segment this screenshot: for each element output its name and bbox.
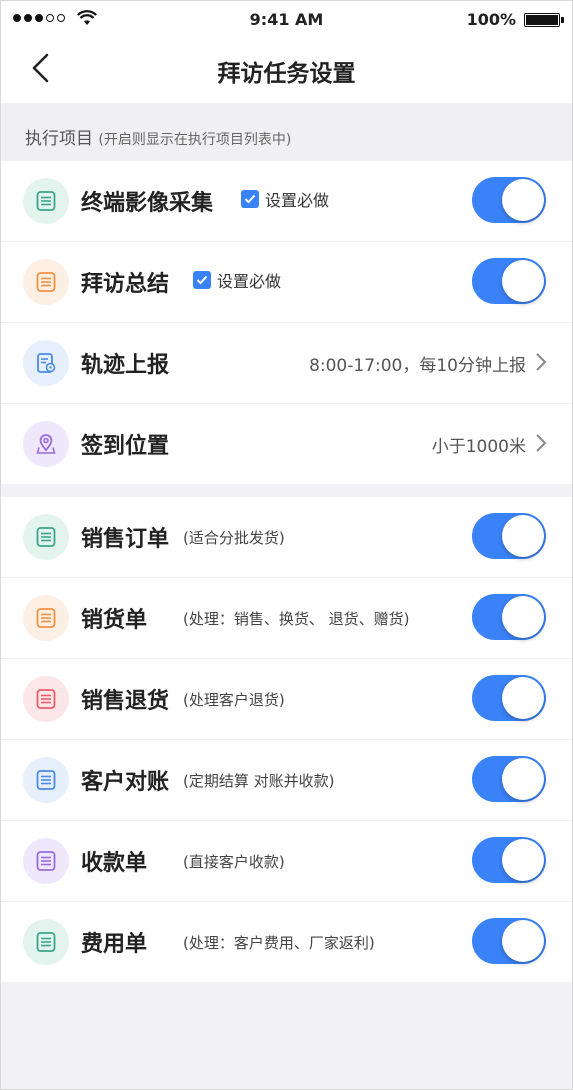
- item-note: (适合分批发货): [183, 529, 285, 547]
- item-title: 终端影像采集: [81, 191, 214, 216]
- item-title: 费用单: [81, 932, 148, 957]
- battery-icon: [524, 13, 564, 27]
- required-checkbox[interactable]: 设置必做: [241, 187, 329, 211]
- list-item-checkin-location[interactable]: 签到位置 小于1000米: [1, 404, 572, 484]
- documents-group: 销售订单 (适合分批发货) 销货单 (处理：销售、换货、 退货、赠货) 销售退货…: [1, 497, 572, 982]
- list-icon: [23, 838, 69, 884]
- list-icon: [23, 259, 69, 305]
- list-item-sales-return: 销售退货 (处理客户退货): [1, 659, 572, 740]
- enable-toggle[interactable]: [472, 756, 546, 802]
- enable-toggle[interactable]: [472, 675, 546, 721]
- checkbox-label: 设置必做: [217, 272, 282, 291]
- item-note: (直接客户收款): [183, 853, 285, 871]
- track-report-icon: [23, 340, 69, 386]
- list-item-receipt: 收款单 (直接客户收款): [1, 821, 572, 902]
- item-title: 销售订单: [81, 527, 170, 552]
- list-item-customer-reconciliation: 客户对账 (定期结算 对账并收款): [1, 740, 572, 821]
- page-title: 拜访任务设置: [217, 61, 356, 87]
- section-header: 执行项目 (开启则显示在执行项目列表中): [1, 103, 572, 161]
- item-value: 小于1000米: [431, 437, 526, 457]
- status-bar: 9:41 AM 100%: [1, 1, 572, 39]
- list-item-sales-order: 销售订单 (适合分批发货): [1, 497, 572, 578]
- list-icon: [23, 595, 69, 641]
- enable-toggle[interactable]: [472, 837, 546, 883]
- enable-toggle[interactable]: [472, 594, 546, 640]
- list-item-expense: 费用单 (处理：客户费用、厂家返利): [1, 902, 572, 982]
- enable-toggle[interactable]: [472, 258, 546, 304]
- navigation-bar: 拜访任务设置: [1, 39, 572, 103]
- item-note: (处理：客户费用、厂家返利): [183, 934, 375, 952]
- item-title: 轨迹上报: [81, 353, 170, 378]
- item-title: 客户对账: [81, 770, 170, 795]
- checkmark-icon: [193, 271, 211, 289]
- list-item-track-report[interactable]: 轨迹上报 8:00-17:00，每10分钟上报: [1, 323, 572, 404]
- battery-percentage: 100%: [466, 10, 516, 29]
- item-title: 收款单: [81, 851, 148, 876]
- item-title: 拜访总结: [81, 272, 170, 297]
- enable-toggle[interactable]: [472, 177, 546, 223]
- item-note: (处理客户退货): [183, 691, 285, 709]
- phone-screen: 9:41 AM 100% 拜访任务设置 执行项目 (开启则显示在执行项目列表中)…: [0, 0, 573, 1090]
- item-note: (定期结算 对账并收款): [183, 772, 335, 790]
- item-value: 8:00-17:00，每10分钟上报: [309, 356, 526, 376]
- list-icon: [23, 919, 69, 965]
- enable-toggle[interactable]: [472, 918, 546, 964]
- list-icon: [23, 757, 69, 803]
- checkbox-label: 设置必做: [265, 191, 330, 210]
- list-item-visit-summary: 拜访总结 设置必做: [1, 242, 572, 323]
- item-note: (处理：销售、换货、 退货、赠货): [183, 610, 410, 628]
- list-item-sales-slip: 销货单 (处理：销售、换货、 退货、赠货): [1, 578, 572, 659]
- checkmark-icon: [241, 190, 259, 208]
- list-icon: [23, 514, 69, 560]
- required-checkbox[interactable]: 设置必做: [193, 268, 281, 292]
- execution-items-group: 终端影像采集 设置必做 拜访总结 设置必做 轨迹上报 8:00-17:00，每1…: [1, 161, 572, 484]
- chevron-right-icon: [536, 434, 547, 452]
- chevron-right-icon: [536, 353, 547, 371]
- section-note: (开启则显示在执行项目列表中): [98, 132, 292, 148]
- list-item-image-capture: 终端影像采集 设置必做: [1, 161, 572, 242]
- location-icon: [23, 421, 69, 467]
- item-title: 销售退货: [81, 689, 170, 714]
- enable-toggle[interactable]: [472, 513, 546, 559]
- item-title: 签到位置: [81, 434, 170, 459]
- item-title: 销货单: [81, 608, 148, 633]
- list-icon: [23, 178, 69, 224]
- list-icon: [23, 676, 69, 722]
- section-title: 执行项目: [25, 129, 93, 149]
